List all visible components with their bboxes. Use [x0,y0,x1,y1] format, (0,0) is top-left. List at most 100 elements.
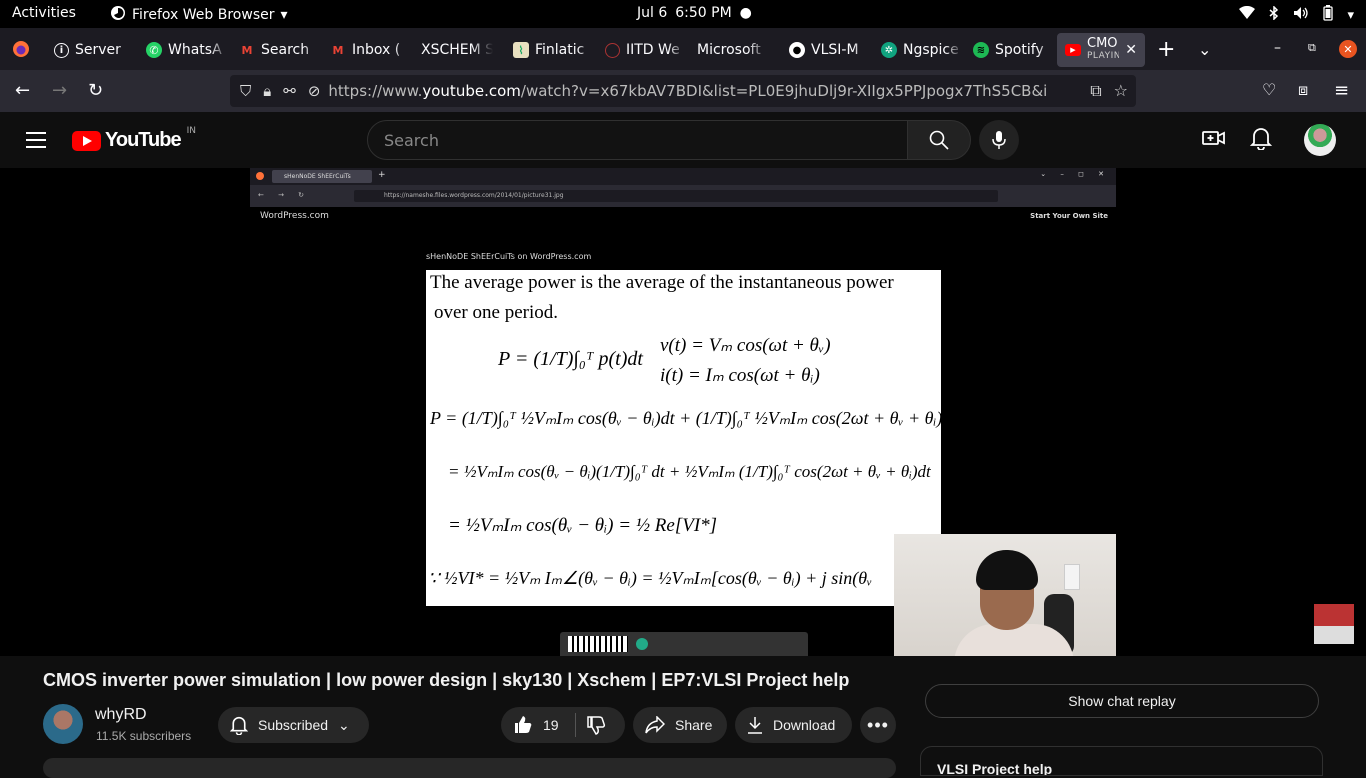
finlatics-icon: ⌇ [513,42,529,58]
close-tab-icon[interactable]: ✕ [1125,42,1137,58]
tab-gmail-inbox[interactable]: M Inbox ( [330,36,412,64]
start-site-link: Start Your Own Site [1030,212,1108,220]
youtube-icon: ▶ [1065,44,1081,56]
tab-ngspice[interactable]: ✲ Ngspice [881,36,963,64]
more-actions-button[interactable]: ••• [860,707,896,743]
bluetooth-icon [1269,5,1279,24]
firefox-view-icon[interactable] [12,40,30,62]
playlist-title: VLSI Project help [937,761,1053,776]
picture-in-picture-icon[interactable]: ⧉ [1090,81,1101,101]
url-bar[interactable]: ⛉ 🔒︎ ⚯ ⊘ https://www.youtube.com/watch?v… [230,75,1136,107]
date: Jul 6 [637,5,668,21]
video-player[interactable]: sHenNoDE ShEErCuiTs + ⌄ – ◻ ✕ ← → ↻ http… [0,168,1366,656]
bell-icon [1249,128,1273,151]
equation-phasor: ∵ ½VI* = ½Vₘ Iₘ∠(θᵥ − θᵢ) = ½VₘIₘ[cos(θᵥ… [428,568,873,588]
search-button[interactable] [907,120,971,160]
forward-icon[interactable]: → [52,80,67,101]
description-box[interactable] [43,758,896,778]
close-window-icon[interactable]: ✕ [1339,40,1357,58]
pocket-icon[interactable]: ♡ [1262,80,1276,99]
playlist-panel[interactable]: VLSI Project help [920,746,1323,776]
video-title: CMOS inverter power simulation | low pow… [43,670,850,690]
system-tray[interactable]: ▾ [1239,5,1354,25]
video-browser-url: https://nameshe.files.wordpress.com/2014… [354,190,998,202]
tab-finlatics[interactable]: ⌇ Finlatic [513,36,595,64]
divider [574,713,576,737]
slide-text-line1: The average power is the average of the … [430,272,894,293]
volume-icon [1293,6,1309,24]
list-tabs-chevron-icon[interactable]: ⌄ [1198,40,1211,59]
channel-name[interactable]: whyRD [95,706,147,724]
share-arrow-icon [645,716,665,734]
bookmark-star-icon[interactable]: ☆ [1114,81,1128,101]
activities-button[interactable]: Activities [12,5,76,21]
wordpress-badge-icon [636,638,648,650]
tab-iitd[interactable]: IITD We [605,36,686,64]
like-count[interactable]: 19 [543,717,559,733]
tab-xschem[interactable]: XSCHEM S [421,36,493,64]
guide-menu-icon[interactable] [26,132,46,148]
extensions-icon[interactable]: ⧈ [1298,80,1308,100]
tab-microsoft[interactable]: Microsoft [697,36,769,64]
show-chat-replay-button[interactable]: Show chat replay [925,684,1319,718]
tab-youtube-active[interactable]: ▶ CMO PLAYIN ✕ [1057,33,1145,67]
reload-icon[interactable]: ↻ [88,80,103,101]
window-controls: ⌄ – ◻ ✕ [1040,170,1110,178]
account-avatar[interactable] [1304,124,1336,156]
info-icon: i [54,42,69,58]
microphone-icon [992,131,1006,149]
notification-dot-icon: ● [739,5,752,21]
qr-overlay [560,632,808,656]
app-name: Firefox Web Browser [132,7,275,23]
tab-server[interactable]: i Server [54,36,135,64]
share-button[interactable]: Share [633,707,727,743]
tab-whatsapp[interactable]: ✆ WhatsA [146,36,228,64]
tab-label: Inbox ( [352,42,401,58]
equation-current: i(t) = Iₘ cos(ωt + θᵢ) [660,365,820,386]
hamburger-menu-icon[interactable]: ≡ [1334,80,1349,101]
download-label: Download [773,717,836,733]
github-icon: ● [789,42,805,58]
autoplay-blocked-icon[interactable]: ⊘ [308,82,321,100]
tab-strip: i Server ✆ WhatsA M Search M Inbox ( XSC… [0,28,1366,70]
search-box[interactable] [367,120,908,160]
gmail-icon: M [241,43,253,57]
channel-watermark[interactable] [1314,604,1354,644]
new-tab-icon[interactable]: + [1157,37,1175,62]
clock[interactable]: Jul 6 6:50 PM ● [637,5,752,21]
power-menu-chevron-icon: ▾ [1347,7,1354,23]
youtube-logo[interactable]: YouTube IN [72,126,196,152]
url-text[interactable]: https://www.youtube.com/watch?v=x67kbAV7… [328,82,1048,100]
tab-github[interactable]: ● VLSI-M [789,36,871,64]
nav-arrows: ← → ↻ [258,191,311,199]
create-button[interactable] [1202,128,1226,152]
back-icon[interactable]: ← [15,80,30,101]
search-input[interactable] [384,130,907,150]
thumbs-down-icon[interactable] [586,715,606,735]
webcam-overlay [894,534,1116,656]
thumbs-up-icon[interactable] [513,715,533,735]
chevron-down-icon: ⌄ [338,716,350,733]
equation-simplified: = ½VₘIₘ cos(θᵥ − θᵢ)(1/T)∫₀ᵀ dt + ½VₘIₘ … [448,462,931,481]
subscribed-button[interactable]: Subscribed ⌄ [218,707,369,743]
tab-spotify[interactable]: ≋ Spotify [973,36,1055,64]
tab-gmail-search[interactable]: M Search [239,36,321,64]
chatgpt-icon: ✲ [881,42,897,58]
tab-label: Server [75,42,121,58]
download-button[interactable]: Download [735,707,852,743]
search-icon [929,130,949,150]
firefox-icon [110,5,126,25]
channel-avatar[interactable] [43,704,83,744]
voice-search-button[interactable] [979,120,1019,160]
tab-label: WhatsA [168,42,222,58]
wordpress-bar: WordPress.com Start Your Own Site [250,207,1116,221]
lock-icon[interactable]: 🔒︎ [263,82,271,100]
restore-icon[interactable]: ⧉ [1308,41,1316,55]
url-bar-icons: ⛉ 🔒︎ ⚯ ⊘ [230,82,328,100]
app-menu[interactable]: Firefox Web Browser ▾ [110,5,288,25]
minimize-icon[interactable]: – [1274,40,1281,56]
shield-icon[interactable]: ⛉ [240,82,251,100]
notifications-button[interactable] [1249,126,1273,154]
permissions-icon[interactable]: ⚯ [283,82,296,100]
gmail-icon: M [332,43,344,57]
